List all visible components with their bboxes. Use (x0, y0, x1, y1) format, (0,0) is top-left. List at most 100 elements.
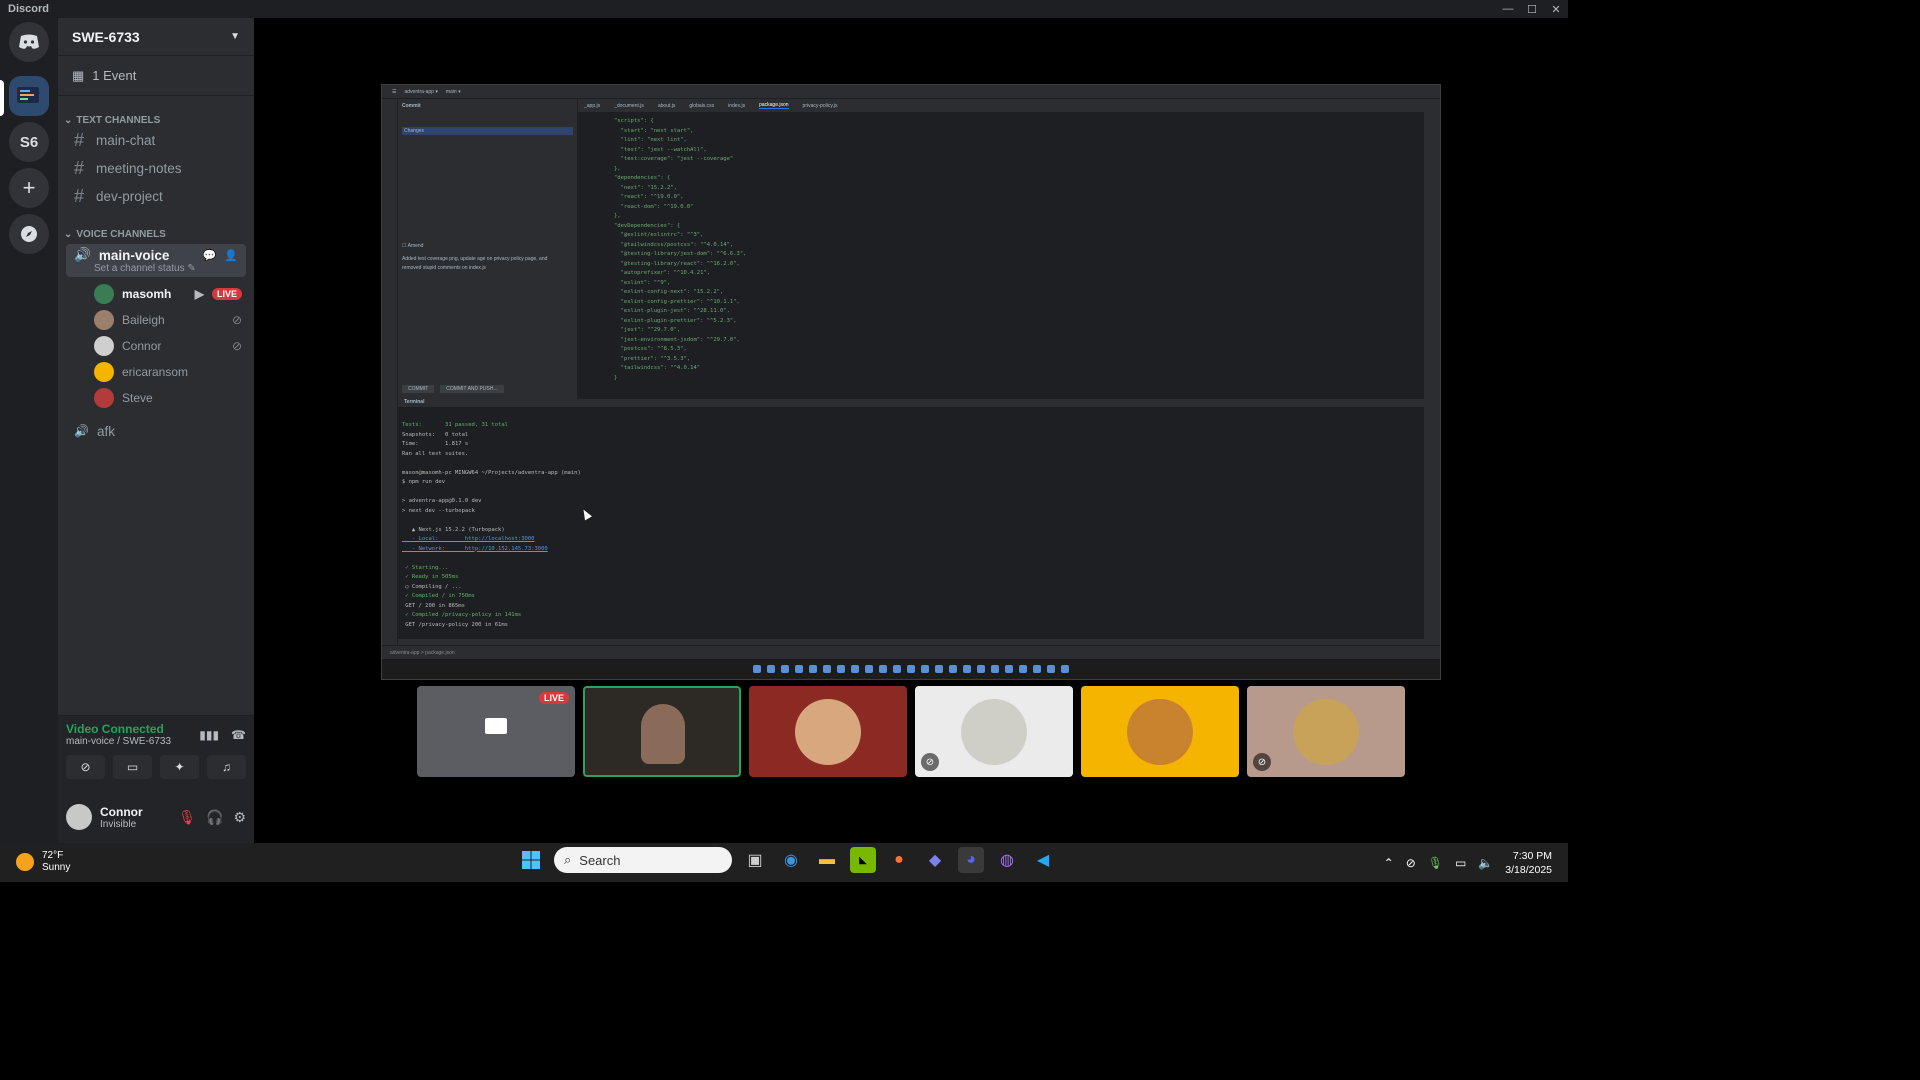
voice-member[interactable]: Steve (94, 385, 242, 411)
voice-channel-afk[interactable]: 🔊 afk (66, 417, 246, 445)
user-panel: Connor Invisible 🎙 🎧 ⚙ (58, 791, 254, 843)
voice-members: masomh ▶ LIVE Baileigh ⊘ Connor ⊘ ericar… (58, 281, 254, 411)
code-editor: "scripts": { "start": "next start", "lin… (578, 113, 1424, 399)
code-line: "scripts": { (614, 118, 654, 124)
weather-widget[interactable]: 72°F Sunny (16, 850, 70, 874)
taskbar-search[interactable]: ⌕ Search (554, 847, 732, 873)
voice-member[interactable]: ericaransom (94, 359, 242, 385)
github-desktop-icon[interactable]: ◍ (994, 847, 1020, 873)
participant-tile-screen[interactable]: LIVE (417, 686, 575, 777)
stream-view[interactable]: ☰ adventra-app ▾ main ▾ Commit Changes ☐… (381, 84, 1441, 680)
search-icon: ⌕ (564, 852, 572, 867)
file-explorer-icon[interactable]: ▬ (814, 847, 840, 873)
editor-tab: _app.js (584, 102, 601, 109)
voice-status-subtitle[interactable]: main-voice / SWE-6733 (66, 736, 171, 747)
code-line: "@testing-library/react": "^16.2.0", (614, 260, 740, 267)
task-view-icon[interactable]: ▣ (742, 847, 768, 873)
discord-home-icon[interactable] (9, 22, 49, 62)
user-info[interactable]: Connor Invisible (100, 805, 143, 830)
code-line: "start": "next start", (614, 127, 694, 134)
code-line: "eslint": "^9", (614, 279, 671, 286)
channel-meeting-notes[interactable]: # meeting-notes (66, 154, 246, 182)
volume-icon[interactable]: 🔈 (1478, 856, 1493, 870)
participant-tile[interactable] (1081, 686, 1239, 777)
code-line: "postcss": "^8.5.3", (614, 346, 687, 352)
code-line: "jest-environment-jsdom": "^29.7.0", (614, 336, 740, 343)
discover-compass-icon[interactable] (9, 214, 49, 254)
minimize-icon[interactable]: — (1496, 0, 1520, 18)
editor-tabs: _app.js _document.js about.js globals.cs… (578, 99, 1424, 113)
voice-channel-main-voice[interactable]: 🔊 main-voice 💬 👤 Set a channel status ✎ (66, 244, 246, 277)
network-off-icon[interactable]: ⊘ (1406, 856, 1416, 870)
windows-start-icon[interactable] (518, 847, 544, 873)
code-line: }, (614, 213, 621, 219)
code-line: } (614, 374, 618, 381)
participant-tile[interactable]: ⊘ (1247, 686, 1405, 777)
participant-tile[interactable] (749, 686, 907, 777)
code-line: "eslint-plugin-jest": "^28.11.0", (614, 308, 730, 314)
activities-icon[interactable]: ✦ (160, 755, 199, 779)
participant-tile-camera[interactable] (583, 686, 741, 777)
noise-suppression-icon[interactable]: ▮▮▮ (199, 728, 219, 742)
firefox-icon[interactable]: ● (886, 847, 912, 873)
code-line: "@testing-library/jest-dom": "^6.6.3", (614, 251, 747, 257)
add-server-icon[interactable]: + (9, 168, 49, 208)
voice-member[interactable]: Baileigh ⊘ (94, 307, 242, 333)
channel-dev-project[interactable]: # dev-project (66, 182, 246, 210)
code-line: "tailwindcss": "^4.0.14" (614, 365, 701, 371)
member-name: Connor (122, 339, 162, 353)
code-line: "react-dom": "^19.0.0" (614, 203, 694, 210)
vscode-icon[interactable]: ◀ (1030, 847, 1056, 873)
clock[interactable]: 7:30 PM 3/18/2025 (1505, 849, 1552, 877)
chevron-down-icon: ▼ (230, 31, 240, 42)
sun-icon (16, 853, 34, 871)
channel-status[interactable]: Set a channel status ✎ (94, 263, 238, 274)
discord-icon[interactable]: ◕ (958, 847, 984, 873)
chat-bubble-icon[interactable]: 💬 (203, 249, 217, 262)
teams-icon[interactable]: ◆ (922, 847, 948, 873)
voice-member[interactable]: masomh ▶ LIVE (94, 281, 242, 307)
participant-tile[interactable]: ⊘ (915, 686, 1073, 777)
invite-icon[interactable]: 👤 (224, 249, 238, 262)
maximize-icon[interactable]: ☐ (1520, 0, 1544, 18)
server-swe-6733-icon[interactable] (9, 76, 49, 116)
category-text-channels[interactable]: ⌄ TEXT CHANNELS (58, 96, 254, 126)
webcam-person (641, 704, 685, 764)
mic-muted-icon[interactable]: 🎙 (178, 809, 196, 826)
headphones-icon[interactable]: 🎧 (206, 809, 223, 826)
camera-off-icon[interactable]: ⊘ (66, 755, 105, 779)
category-label: VOICE CHANNELS (76, 229, 166, 240)
close-icon[interactable]: ✕ (1544, 0, 1568, 18)
code-line: "lint": "next lint", (614, 137, 687, 143)
category-voice-channels[interactable]: ⌄ VOICE CHANNELS (58, 210, 254, 240)
display-icon[interactable]: ▭ (1455, 856, 1466, 870)
code-line: "devDependencies": { (614, 222, 681, 229)
terminal-line: Time: 1.817 s (402, 441, 469, 447)
disconnect-icon[interactable]: ☎ (231, 728, 246, 742)
edge-icon[interactable]: ◉ (778, 847, 804, 873)
avatar[interactable] (66, 804, 92, 830)
soundboard-icon[interactable]: ♫ (207, 755, 246, 779)
nvidia-icon[interactable]: ◣ (850, 847, 876, 873)
channel-main-chat[interactable]: # main-chat (66, 126, 246, 154)
video-camera-icon: ▶ (194, 287, 204, 301)
screen-share-icon[interactable]: ▭ (113, 755, 152, 779)
events-row[interactable]: ▦ 1 Event (58, 56, 254, 96)
server-header[interactable]: SWE-6733 ▼ (58, 18, 254, 56)
code-line: "next": "15.2.2", (614, 184, 677, 191)
code-line: "dependencies": { (614, 175, 671, 181)
microphone-icon[interactable]: 🎙 (1428, 856, 1443, 870)
editor-tab: about.js (657, 102, 676, 109)
code-line: "react": "^19.0.0", (614, 194, 684, 200)
server-s6-icon[interactable]: S6 (9, 122, 49, 162)
editor-tab: privacy-policy.js (802, 102, 838, 109)
terminal-line: > next dev --turbopack (402, 507, 475, 514)
voice-member[interactable]: Connor ⊘ (94, 333, 242, 359)
terminal-tab: Terminal (404, 399, 425, 405)
code-line: "eslint-config-prettier": "^10.1.1", (614, 298, 740, 305)
clock-time: 7:30 PM (1512, 850, 1552, 862)
voice-connection-panel: Video Connected main-voice / SWE-6733 ▮▮… (58, 715, 254, 791)
chevron-up-icon[interactable]: ⌃ (1384, 856, 1394, 870)
gear-icon[interactable]: ⚙ (233, 809, 246, 826)
